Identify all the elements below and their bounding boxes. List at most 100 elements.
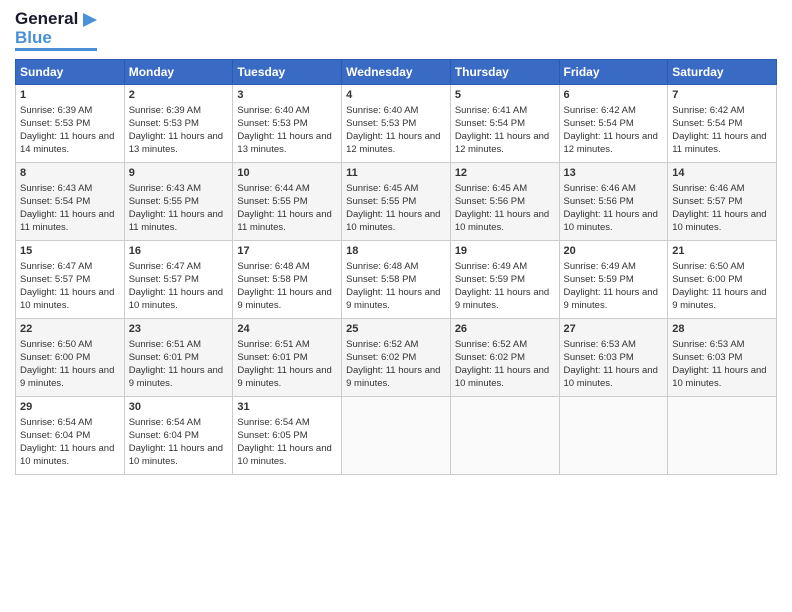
- day-number: 29: [20, 400, 120, 415]
- calendar-day-cell: 25 Sunrise: 6:52 AM Sunset: 6:02 PM Dayligh…: [342, 319, 451, 397]
- sunset-text: Sunset: 6:01 PM: [237, 352, 307, 363]
- calendar-day-cell: 15Sunrise: 6:47 AMSunset: 5:57 PMDayligh…: [16, 241, 125, 319]
- day-number: 26: [455, 322, 555, 337]
- sunrise-text: Sunrise: 6:43 AM: [129, 183, 201, 194]
- calendar-day-cell: 3Sunrise: 6:40 AMSunset: 5:53 PMDaylight…: [233, 85, 342, 163]
- weekday-header-cell: Tuesday: [233, 60, 342, 85]
- daylight-label: Daylight: 11 hours and 11 minutes.: [129, 209, 223, 233]
- day-number: 14: [672, 166, 772, 181]
- weekday-header-row: SundayMondayTuesdayWednesdayThursdayFrid…: [16, 60, 777, 85]
- calendar-day-cell: 2Sunrise: 6:39 AMSunset: 5:53 PMDaylight…: [124, 85, 233, 163]
- calendar-day-cell: 26Sunrise: 6:52 AMSunset: 6:02 PMDayligh…: [450, 319, 559, 397]
- day-number: 4: [346, 88, 446, 103]
- sunset-text: Sunset: 5:58 PM: [346, 274, 416, 285]
- day-number: 18: [346, 244, 446, 259]
- day-number: 6: [564, 88, 664, 103]
- calendar-week-row: 1Sunrise: 6:39 AMSunset: 5:53 PMDaylight…: [16, 85, 777, 163]
- sunset-text: Sunset: 6:02 PM: [455, 352, 525, 363]
- daylight-label: Daylight: 11 hours and 9 minutes.: [672, 287, 766, 311]
- day-number: 21: [672, 244, 772, 259]
- daylight-label: Daylight: 11 hours and 11 minutes.: [672, 131, 766, 155]
- sunrise-text: Sunrise: 6:42 AM: [672, 105, 744, 116]
- daylight-label: Daylight: 11 hours and 14 minutes.: [20, 131, 114, 155]
- sunset-text: Sunset: 5:55 PM: [129, 196, 199, 207]
- daylight-label: Daylight: 11 hours and 10 minutes.: [20, 443, 114, 467]
- daylight-label: Daylight: 11 hours and 9 minutes.: [237, 287, 331, 311]
- sunrise-text: Sunrise: 6:51 AM: [237, 339, 309, 350]
- sunrise-text: Sunrise: 6:39 AM: [129, 105, 201, 116]
- logo-arrow-icon: [83, 13, 97, 27]
- daylight-label: Daylight: 11 hours and 11 minutes.: [20, 209, 114, 233]
- calendar-day-cell: 16Sunrise: 6:47 AMSunset: 5:57 PMDayligh…: [124, 241, 233, 319]
- sunrise-text: Sunrise: 6:50 AM: [672, 261, 744, 272]
- calendar-day-cell: 20Sunrise: 6:49 AMSunset: 5:59 PMDayligh…: [559, 241, 668, 319]
- calendar-day-cell: 5Sunrise: 6:41 AMSunset: 5:54 PMDaylight…: [450, 85, 559, 163]
- daylight-label: Daylight: 11 hours and 11 minutes.: [237, 209, 331, 233]
- calendar-day-cell: 13Sunrise: 6:46 AMSunset: 5:56 PMDayligh…: [559, 163, 668, 241]
- day-number: 15: [20, 244, 120, 259]
- daylight-label: Daylight: 11 hours and 10 minutes.: [346, 209, 440, 233]
- sunrise-text: Sunrise: 6:52 AM: [346, 339, 418, 350]
- sunrise-text: Sunrise: 6:46 AM: [564, 183, 636, 194]
- daylight-label: Daylight: 11 hours and 12 minutes.: [455, 131, 549, 155]
- day-number: 11: [346, 166, 446, 181]
- sunset-text: Sunset: 5:54 PM: [455, 118, 525, 129]
- sunset-text: Sunset: 6:03 PM: [564, 352, 634, 363]
- calendar-day-cell: 7Sunrise: 6:42 AMSunset: 5:54 PMDaylight…: [668, 85, 777, 163]
- sunset-text: Sunset: 5:53 PM: [129, 118, 199, 129]
- calendar-week-row: 29Sunrise: 6:54 AMSunset: 6:04 PMDayligh…: [16, 397, 777, 475]
- daylight-label: Daylight: 11 hours and 10 minutes.: [20, 287, 114, 311]
- calendar-day-cell: 17Sunrise: 6:48 AMSunset: 5:58 PMDayligh…: [233, 241, 342, 319]
- sunrise-text: Sunrise: 6:42 AM: [564, 105, 636, 116]
- sunset-text: Sunset: 5:56 PM: [455, 196, 525, 207]
- daylight-label: Daylight: 11 hours and 13 minutes.: [237, 131, 331, 155]
- day-number: 30: [129, 400, 229, 415]
- daylight-label: Daylight: 11 hours and 9 minutes.: [455, 287, 549, 311]
- calendar-day-cell: 12Sunrise: 6:45 AMSunset: 5:56 PMDayligh…: [450, 163, 559, 241]
- day-number: 9: [129, 166, 229, 181]
- calendar-day-cell: 8Sunrise: 6:43 AMSunset: 5:54 PMDaylight…: [16, 163, 125, 241]
- daylight-label: Daylight: 11 hours and 9 minutes.: [346, 365, 440, 389]
- sunset-text: Sunset: 6:02 PM: [346, 352, 416, 363]
- day-number: 7: [672, 88, 772, 103]
- calendar-day-cell: 22Sunrise: 6:50 AMSunset: 6:00 PMDayligh…: [16, 319, 125, 397]
- daylight-label: Daylight: 11 hours and 10 minutes.: [564, 365, 658, 389]
- day-number: 23: [129, 322, 229, 337]
- weekday-header-cell: Saturday: [668, 60, 777, 85]
- weekday-header-cell: Sunday: [16, 60, 125, 85]
- logo: General Blue: [15, 10, 97, 51]
- sunrise-text: Sunrise: 6:54 AM: [20, 417, 92, 428]
- sunset-text: Sunset: 5:54 PM: [20, 196, 90, 207]
- day-number: 2: [129, 88, 229, 103]
- sunset-text: Sunset: 5:58 PM: [237, 274, 307, 285]
- calendar-day-cell: 10Sunrise: 6:44 AMSunset: 5:55 PMDayligh…: [233, 163, 342, 241]
- sunset-text: Sunset: 5:59 PM: [455, 274, 525, 285]
- day-number: 25: [346, 322, 446, 337]
- calendar-day-cell: 14Sunrise: 6:46 AMSunset: 5:57 PMDayligh…: [668, 163, 777, 241]
- calendar-day-cell: [450, 397, 559, 475]
- day-number: 22: [20, 322, 120, 337]
- sunrise-text: Sunrise: 6:47 AM: [20, 261, 92, 272]
- day-number: 16: [129, 244, 229, 259]
- day-number: 10: [237, 166, 337, 181]
- sunrise-text: Sunrise: 6:40 AM: [346, 105, 418, 116]
- daylight-label: Daylight: 11 hours and 10 minutes.: [672, 209, 766, 233]
- sunrise-text: Sunrise: 6:44 AM: [237, 183, 309, 194]
- weekday-header-cell: Thursday: [450, 60, 559, 85]
- daylight-label: Daylight: 11 hours and 9 minutes.: [20, 365, 114, 389]
- calendar-day-cell: 19Sunrise: 6:49 AMSunset: 5:59 PMDayligh…: [450, 241, 559, 319]
- daylight-label: Daylight: 11 hours and 9 minutes.: [237, 365, 331, 389]
- sunrise-text: Sunrise: 6:50 AM: [20, 339, 92, 350]
- daylight-label: Daylight: 11 hours and 10 minutes.: [129, 443, 223, 467]
- sunset-text: Sunset: 5:57 PM: [672, 196, 742, 207]
- sunrise-text: Sunrise: 6:45 AM: [455, 183, 527, 194]
- calendar-day-cell: 29Sunrise: 6:54 AMSunset: 6:04 PMDayligh…: [16, 397, 125, 475]
- sunset-text: Sunset: 6:03 PM: [672, 352, 742, 363]
- day-number: 17: [237, 244, 337, 259]
- header: General Blue: [15, 10, 777, 51]
- day-number: 5: [455, 88, 555, 103]
- page: General Blue SundayMondayTuesdayWednesda…: [0, 0, 792, 612]
- weekday-header-cell: Friday: [559, 60, 668, 85]
- sunrise-text: Sunrise: 6:48 AM: [346, 261, 418, 272]
- logo-graphic: General Blue: [15, 10, 97, 51]
